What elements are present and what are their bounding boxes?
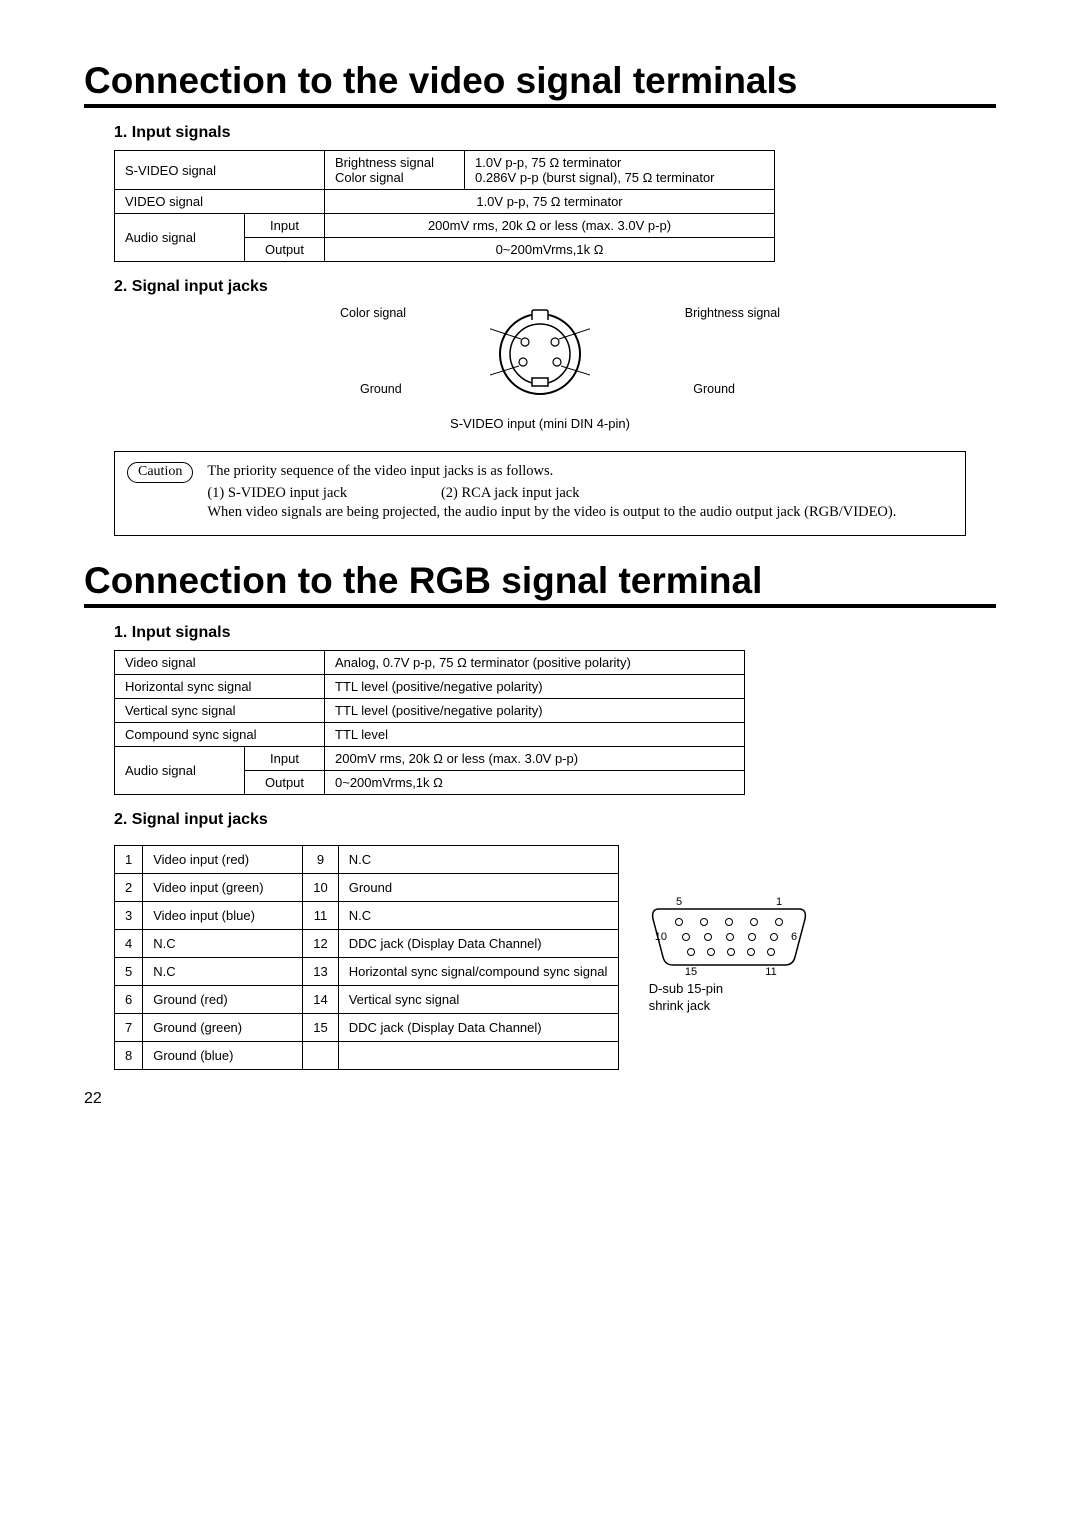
pin-label-color: Color signal: [340, 306, 406, 320]
caution-line1: The priority sequence of the video input…: [207, 462, 953, 482]
section2-title: Connection to the RGB signal terminal: [84, 560, 996, 608]
dsub-caption-1: D-sub 15-pin: [649, 981, 809, 998]
table-cell: 1.0V p-p, 75 Ω terminator: [325, 190, 775, 214]
table-cell: Audio signal: [115, 214, 245, 262]
table-cell: 1.0V p-p, 75 Ω terminator 0.286V p-p (bu…: [465, 151, 775, 190]
caution-line2: When video signals are being projected, …: [207, 503, 953, 523]
section1-title: Connection to the video signal terminals: [84, 60, 996, 108]
table-cell: Audio signal: [115, 746, 245, 794]
svg-text:1: 1: [776, 897, 782, 908]
table-cell: Horizontal sync signal: [115, 674, 325, 698]
table-cell: Input: [245, 746, 325, 770]
table-cell: Vertical sync signal: [115, 698, 325, 722]
svg-text:10: 10: [654, 931, 666, 943]
table-cell: 200mV rms, 20k Ω or less (max. 3.0V p-p): [325, 746, 745, 770]
table-cell: Brightness signal Color signal: [325, 151, 465, 190]
svg-text:15: 15: [685, 966, 697, 977]
pin-label-ground-right: Ground: [693, 382, 735, 396]
caution-jack1: (1) S-VIDEO input jack: [207, 484, 437, 504]
s1-input-heading: 1. Input signals: [114, 124, 996, 142]
table-cell: S-VIDEO signal: [115, 151, 325, 190]
s2-jacks-heading: 2. Signal input jacks: [114, 811, 996, 829]
table-cell: TTL level (positive/negative polarity): [325, 674, 745, 698]
table-cell: VIDEO signal: [115, 190, 325, 214]
table-cell: Compound sync signal: [115, 722, 325, 746]
caution-label: Caution: [127, 462, 193, 483]
table-cell: TTL level (positive/negative polarity): [325, 698, 745, 722]
dsub-diagram: 5 1 10 6 15 11 D-sub 15-pin shrink jack: [649, 897, 809, 1015]
svg-text:11: 11: [765, 966, 776, 977]
svg-text:5: 5: [676, 897, 682, 908]
dsub-caption-2: shrink jack: [649, 998, 809, 1015]
table-cell: 0~200mVrms,1k Ω: [325, 238, 775, 262]
caution-box: Caution The priority sequence of the vid…: [114, 451, 966, 536]
pin-label-brightness: Brightness signal: [685, 306, 780, 320]
caution-jack2: (2) RCA jack input jack: [441, 484, 580, 504]
table-cell: 0~200mVrms,1k Ω: [325, 770, 745, 794]
table-cell: Output: [245, 238, 325, 262]
s1-input-table: S-VIDEO signal Brightness signal Color s…: [114, 150, 775, 262]
table-cell: TTL level: [325, 722, 745, 746]
table-cell: Output: [245, 770, 325, 794]
s1-jacks-heading: 2. Signal input jacks: [114, 278, 996, 296]
pin-table: 1Video input (red) 9N.C 2Video input (gr…: [114, 845, 619, 1070]
s2-input-heading: 1. Input signals: [114, 624, 996, 642]
table-cell: Video signal: [115, 650, 325, 674]
s2-input-table: Video signal Analog, 0.7V p-p, 75 Ω term…: [114, 650, 745, 795]
mini-din-diagram: Color signal Brightness signal Ground Gr…: [330, 304, 750, 404]
svg-text:6: 6: [791, 931, 797, 943]
table-cell: Input: [245, 214, 325, 238]
table-cell: 200mV rms, 20k Ω or less (max. 3.0V p-p): [325, 214, 775, 238]
din-caption: S-VIDEO input (mini DIN 4-pin): [84, 416, 996, 431]
page-number: 22: [84, 1090, 996, 1108]
table-cell: Analog, 0.7V p-p, 75 Ω terminator (posit…: [325, 650, 745, 674]
pin-label-ground-left: Ground: [360, 382, 402, 396]
